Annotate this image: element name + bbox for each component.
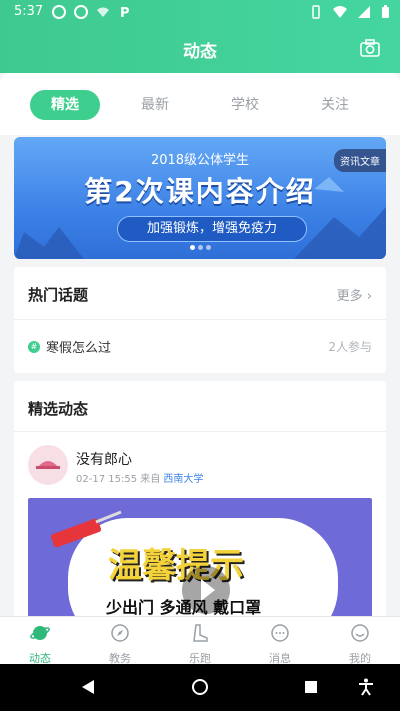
bottom-navigation: 动态 教务 乐跑 消息 我的 xyxy=(0,616,400,666)
nav-running[interactable]: 乐跑 xyxy=(170,623,230,666)
chevron-right-icon: › xyxy=(366,289,372,304)
home-icon[interactable] xyxy=(191,678,209,696)
banner-headline: 第2次课内容介绍 xyxy=(84,175,316,208)
hot-topics-card: 热门话题 更多 › # 寒假怎么过 2人参与 xyxy=(14,267,386,373)
app-header: 动态 xyxy=(0,25,400,73)
more-label: 更多 xyxy=(336,289,363,304)
topic-item[interactable]: # 寒假怎么过 xyxy=(28,337,111,356)
compass-icon xyxy=(111,624,129,642)
svg-text:P: P xyxy=(120,6,130,19)
post-meta: 02-17 15:55 来自 西南大学 xyxy=(76,470,203,485)
post-time: 02-17 15:55 来自 xyxy=(76,474,161,485)
post-author[interactable]: 没有郎心 xyxy=(76,449,132,469)
topic-name: 寒假怎么过 xyxy=(46,341,112,356)
post-school[interactable]: 西南大学 xyxy=(163,474,203,485)
sync-icon xyxy=(74,5,88,19)
topic-participant-count: 2人参与 xyxy=(328,340,372,354)
wifi-icon xyxy=(97,7,109,17)
carousel-dot xyxy=(198,245,203,250)
wifi-signal-icon xyxy=(333,6,347,18)
play-icon[interactable] xyxy=(182,566,230,614)
tab-featured[interactable]: 精选 xyxy=(30,90,100,120)
avatar[interactable] xyxy=(28,445,68,485)
promo-banner[interactable]: 资讯文章 2018级公体学生 第2次课内容介绍 加强锻炼，增强免疫力 xyxy=(14,137,386,259)
divider xyxy=(14,319,386,320)
hashtag-icon: # xyxy=(28,340,40,353)
carousel-dot xyxy=(190,245,195,250)
page-title: 动态 xyxy=(183,42,217,62)
banner-subtitle: 2018级公体学生 xyxy=(150,153,250,168)
featured-feed-card: 精选动态 没有郎心 02-17 15:55 来自 西南大学 温馨提示 少出门 多… xyxy=(14,381,386,621)
system-navigation-bar xyxy=(0,664,400,711)
divider xyxy=(14,431,386,432)
recents-icon[interactable] xyxy=(304,680,318,694)
back-icon[interactable] xyxy=(80,679,96,695)
sync-icon xyxy=(52,5,66,19)
vibrate-icon xyxy=(312,5,320,19)
status-notification-icons: P xyxy=(52,5,132,19)
tab-following[interactable]: 关注 xyxy=(300,90,370,120)
status-bar: 5:37 P xyxy=(0,0,400,25)
nav-feed[interactable]: 动态 xyxy=(10,623,70,666)
status-time: 5:37 xyxy=(14,4,44,19)
accessibility-icon[interactable] xyxy=(358,678,374,696)
battery-icon xyxy=(382,5,389,18)
nav-messages[interactable]: 消息 xyxy=(250,623,310,666)
carousel-dot xyxy=(206,245,211,250)
featured-title: 精选动态 xyxy=(28,400,89,418)
camera-icon[interactable] xyxy=(360,39,380,57)
nav-academic[interactable]: 教务 xyxy=(90,623,150,666)
nav-profile[interactable]: 我的 xyxy=(330,623,390,666)
hot-topics-title: 热门话题 xyxy=(28,286,89,304)
parking-icon: P xyxy=(120,6,130,19)
tab-school[interactable]: 学校 xyxy=(210,90,280,120)
planet-icon xyxy=(30,626,50,640)
more-link[interactable]: 更多 › xyxy=(337,285,372,304)
chat-icon xyxy=(271,624,289,642)
avatar-illustration xyxy=(36,461,60,469)
smile-icon xyxy=(351,624,369,642)
tab-latest[interactable]: 最新 xyxy=(120,90,190,120)
post-media[interactable]: 温馨提示 少出门 多通风 戴口罩 xyxy=(28,498,372,621)
shoe-icon xyxy=(193,624,208,642)
cell-signal-icon xyxy=(358,6,370,18)
feed-tabs: 精选 最新 学校 关注 xyxy=(0,73,400,135)
banner-tagline: 加强锻炼，增强免疫力 xyxy=(117,216,307,242)
